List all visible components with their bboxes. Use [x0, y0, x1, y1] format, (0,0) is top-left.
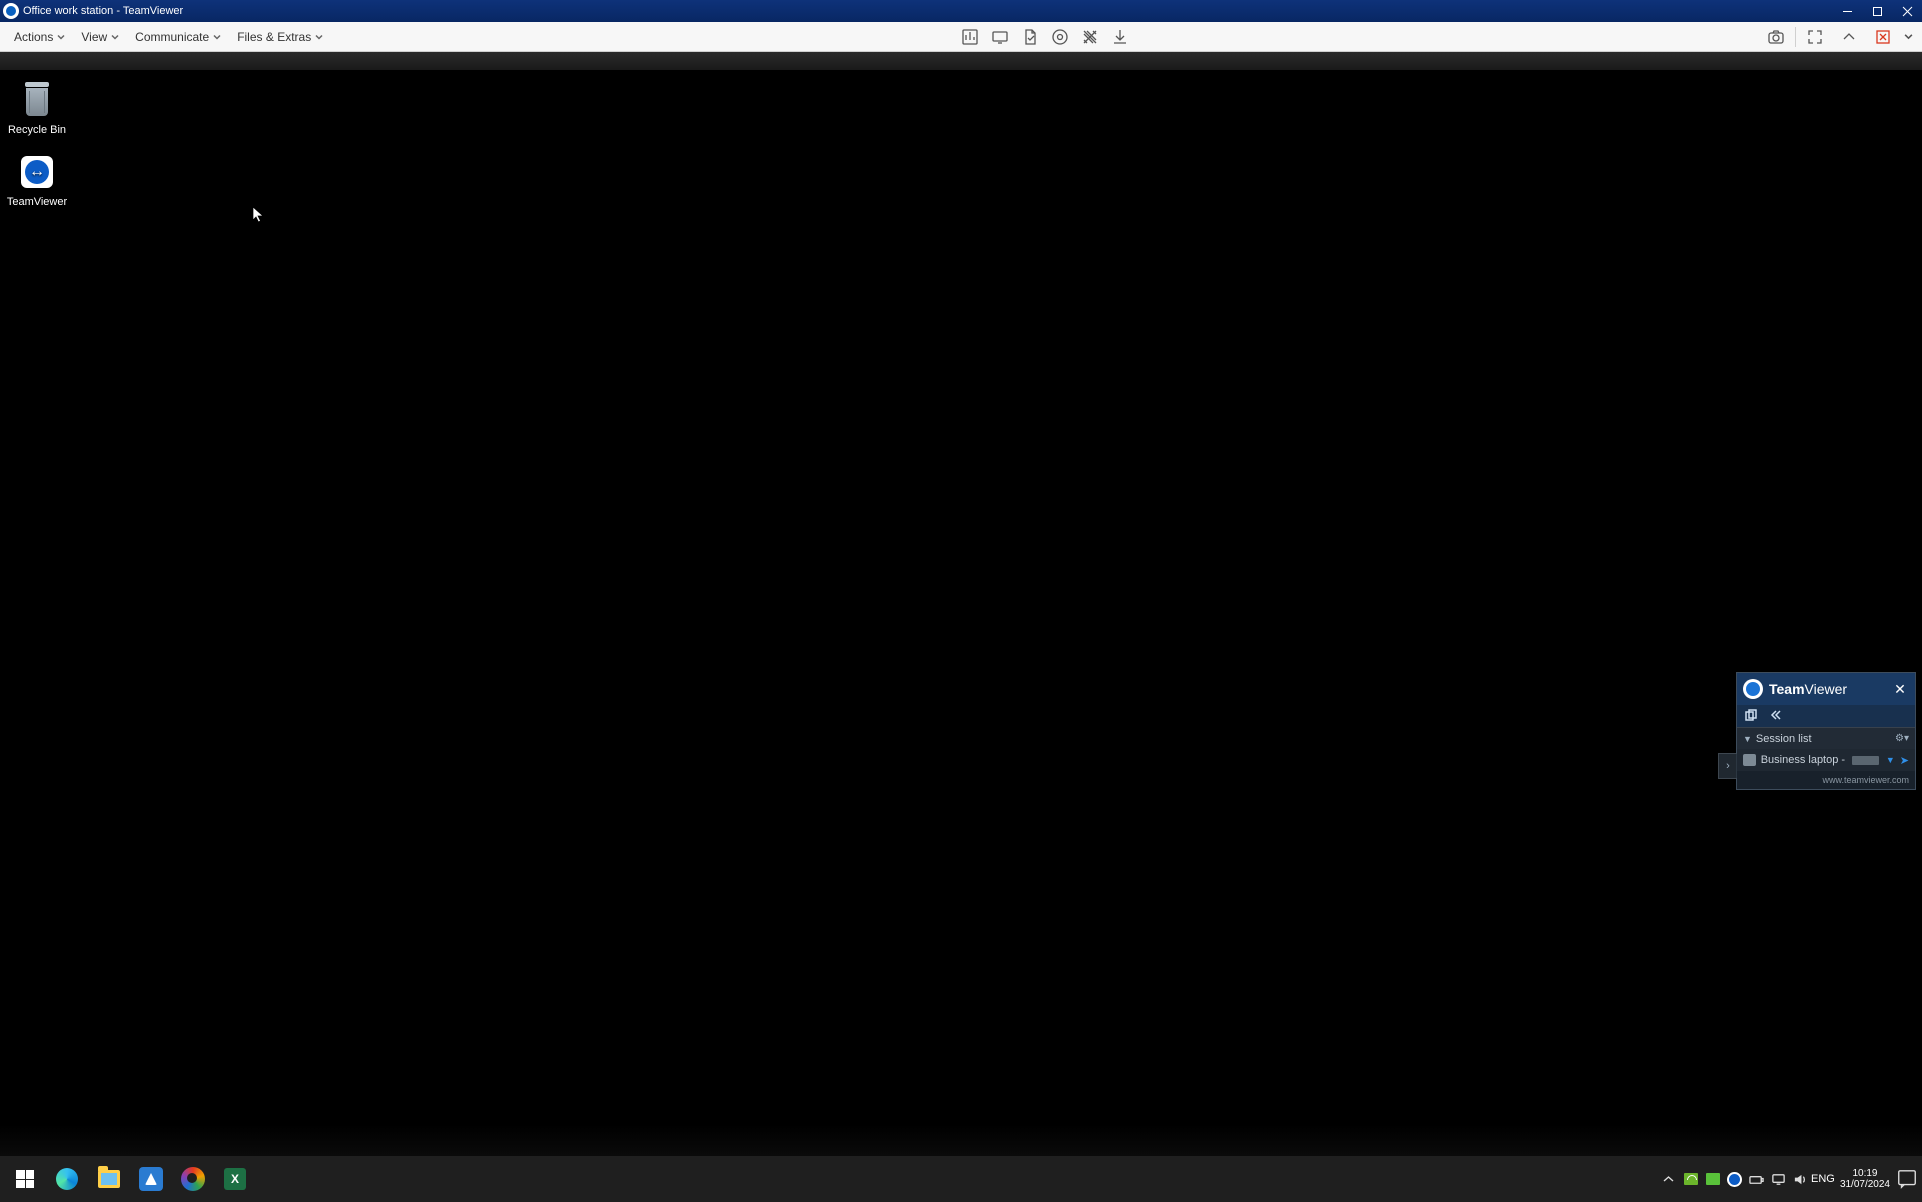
file-explorer-icon	[98, 1170, 120, 1188]
system-tray: ENG 10:19 31/07/2024	[1658, 1156, 1918, 1202]
tray-clock[interactable]: 10:19 31/07/2024	[1834, 1168, 1896, 1191]
desktop-icon-teamviewer[interactable]: TeamViewer	[0, 152, 74, 208]
toolbar: Actions View Communicate Files & Extras	[0, 22, 1922, 52]
gear-icon[interactable]: ⚙▾	[1895, 733, 1909, 744]
remote-control-icon[interactable]	[985, 22, 1015, 52]
screenshot-icon[interactable]	[1759, 22, 1793, 52]
titlebar: Office work station - TeamViewer	[0, 0, 1922, 22]
teamviewer-logo-icon	[1743, 679, 1763, 699]
separator	[1795, 27, 1796, 47]
minimize-button[interactable]	[1832, 0, 1862, 22]
menu-view[interactable]: View	[73, 22, 127, 51]
remote-desktop[interactable]: Recycle Bin TeamViewer	[0, 70, 1922, 1156]
tray-overflow-button[interactable]	[1658, 1159, 1680, 1199]
dashboard-icon[interactable]	[955, 22, 985, 52]
taskbar-app-office[interactable]	[172, 1159, 214, 1199]
tray-network-icon[interactable]	[1768, 1159, 1790, 1199]
window-title: Office work station - TeamViewer	[23, 5, 183, 17]
download-icon[interactable]	[1105, 22, 1135, 52]
close-button[interactable]	[1892, 0, 1922, 22]
chevron-down-icon	[315, 30, 323, 44]
tray-language[interactable]: ENG	[1812, 1159, 1834, 1199]
avatar-icon	[1743, 754, 1756, 766]
clock-time: 10:19	[1852, 1168, 1877, 1180]
triangle-down-icon: ▼	[1743, 734, 1752, 744]
start-button[interactable]	[4, 1159, 46, 1199]
remote-footer-band	[0, 1124, 1922, 1156]
recycle-bin-icon	[17, 80, 57, 120]
chevron-down-icon	[57, 30, 65, 44]
chevron-down-icon	[111, 30, 119, 44]
menu-label: View	[81, 30, 107, 44]
panel-expand-handle[interactable]: ›	[1718, 753, 1737, 779]
panel-toolbar	[1737, 705, 1915, 727]
icon-label: Recycle Bin	[8, 124, 66, 136]
desktop-icons: Recycle Bin TeamViewer	[0, 80, 74, 208]
excel-icon: X	[224, 1168, 246, 1190]
copy-icon[interactable]	[1745, 709, 1757, 724]
menu-label: Communicate	[135, 30, 209, 44]
panel-footer: www.teamviewer.com	[1737, 771, 1915, 789]
toolbar-shadow	[0, 52, 1922, 70]
windows-icon	[16, 1170, 34, 1188]
teamviewer-side-panel: › TeamViewer ✕ ▼ Session list ⚙▾ Busines…	[1736, 672, 1916, 790]
taskbar-app-edge[interactable]	[46, 1159, 88, 1199]
triangle-down-icon[interactable]: ▼	[1886, 755, 1895, 765]
desktop-icon-recycle-bin[interactable]: Recycle Bin	[0, 80, 74, 136]
taskbar: X ENG 10:19 31/07/2024	[0, 1156, 1922, 1202]
tray-nvidia-icon[interactable]	[1680, 1159, 1702, 1199]
session-item-label: Business laptop - JeanK	[1761, 754, 1847, 766]
menu-communicate[interactable]: Communicate	[127, 22, 229, 51]
panel-brand: TeamViewer	[1769, 681, 1847, 697]
teamviewer-logo-icon	[3, 3, 19, 19]
taskbar-app-explorer[interactable]	[88, 1159, 130, 1199]
tray-battery-icon[interactable]	[1746, 1159, 1768, 1199]
tray-volume-icon[interactable]	[1790, 1159, 1812, 1199]
remote-cursor-icon	[252, 206, 264, 224]
session-item[interactable]: Business laptop - JeanK ▼ ➤	[1737, 749, 1915, 771]
chevron-down-icon	[213, 30, 221, 44]
taskbar-app-excel[interactable]: X	[214, 1159, 256, 1199]
panel-header: TeamViewer ✕	[1737, 673, 1915, 705]
fullscreen-icon[interactable]	[1798, 22, 1832, 52]
clock-date: 31/07/2024	[1840, 1179, 1890, 1191]
edge-icon	[56, 1168, 78, 1190]
collapse-icon[interactable]	[1769, 709, 1781, 724]
tray-notifications-button[interactable]	[1896, 1159, 1918, 1199]
icon-label: TeamViewer	[7, 196, 67, 208]
menu-label: Files & Extras	[237, 30, 311, 44]
end-session-more-button[interactable]	[1900, 22, 1916, 52]
taskbar-app-store[interactable]	[130, 1159, 172, 1199]
menu-label: Actions	[14, 30, 53, 44]
tray-teamviewer-icon[interactable]	[1724, 1159, 1746, 1199]
end-session-button[interactable]	[1866, 22, 1900, 52]
tray-green-icon[interactable]	[1702, 1159, 1724, 1199]
session-list-label: Session list	[1756, 733, 1812, 745]
collapse-up-icon[interactable]	[1832, 22, 1866, 52]
redacted-text	[1852, 756, 1879, 765]
office-icon	[181, 1167, 205, 1191]
whiteboard-icon[interactable]	[1075, 22, 1105, 52]
store-icon	[139, 1167, 163, 1191]
record-icon[interactable]	[1045, 22, 1075, 52]
language-label: ENG	[1811, 1173, 1835, 1185]
menu-files-extras[interactable]: Files & Extras	[229, 22, 331, 51]
footer-link[interactable]: www.teamviewer.com	[1822, 775, 1909, 785]
maximize-button[interactable]	[1862, 0, 1892, 22]
panel-close-button[interactable]: ✕	[1891, 680, 1909, 698]
teamviewer-icon	[17, 152, 57, 192]
menu-actions[interactable]: Actions	[6, 22, 73, 51]
session-list-header[interactable]: ▼ Session list ⚙▾	[1737, 727, 1915, 749]
pointer-icon[interactable]: ➤	[1900, 754, 1909, 767]
file-transfer-icon[interactable]	[1015, 22, 1045, 52]
